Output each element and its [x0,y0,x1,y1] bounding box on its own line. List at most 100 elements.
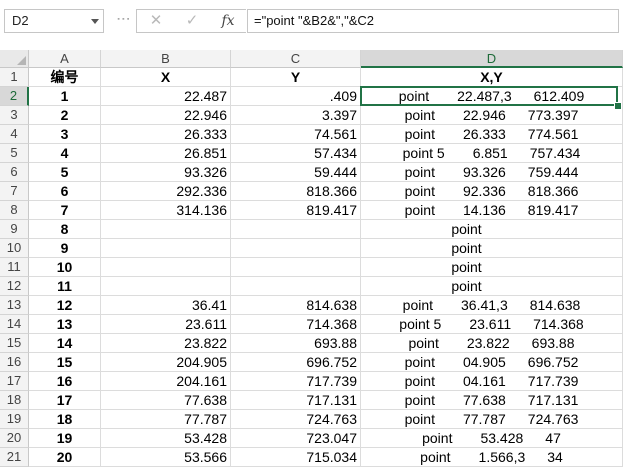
cell-c[interactable]: 717.739 [231,372,361,391]
row-header[interactable]: 16 [0,353,29,372]
cell-c[interactable]: 723.047 [231,429,361,448]
row-header[interactable]: 11 [0,258,29,277]
cell-a[interactable]: 16 [29,372,101,391]
cell-b[interactable]: 26.851 [101,144,231,163]
cell-a[interactable]: 3 [29,125,101,144]
select-all-button[interactable] [0,50,29,68]
cell-d[interactable]: point 36.41,3 814.638 [361,296,623,315]
cell-b[interactable]: 23.822 [101,334,231,353]
cell-a[interactable]: 9 [29,239,101,258]
cell-d[interactable]: point [361,277,623,296]
fill-handle[interactable] [614,102,622,110]
col-header-d[interactable]: D [361,50,623,68]
row-header[interactable]: 10 [0,239,29,258]
col-header-a[interactable]: A [29,50,101,68]
cell-d[interactable]: point 04.161 717.739 [361,372,623,391]
enter-icon[interactable]: ✓ [181,11,203,31]
cell-b[interactable]: 53.428 [101,429,231,448]
row-header[interactable]: 4 [0,125,29,144]
cell-c[interactable] [231,258,361,277]
cell-d[interactable]: point 23.822 693.88 [361,334,623,353]
row-header[interactable]: 20 [0,429,29,448]
row-header[interactable]: 14 [0,315,29,334]
row-header[interactable]: 21 [0,448,29,467]
cell-d[interactable]: point 22.946 773.397 [361,106,623,125]
cell-c[interactable]: 814.638 [231,296,361,315]
cell-a[interactable]: 12 [29,296,101,315]
cell-d[interactable]: point 1.566,3 34 [361,448,623,467]
cell-a[interactable]: 14 [29,334,101,353]
cell-a[interactable]: 15 [29,353,101,372]
cell-b[interactable]: 26.333 [101,125,231,144]
cell-d[interactable]: point 77.787 724.763 [361,410,623,429]
col-header-c[interactable]: C [231,50,361,68]
row-header[interactable]: 1 [0,68,29,87]
cell-b[interactable] [101,239,231,258]
row-header[interactable]: 8 [0,201,29,220]
insert-function-icon[interactable]: fx [217,11,239,31]
cell-a[interactable]: 18 [29,410,101,429]
row-header[interactable]: 5 [0,144,29,163]
cell-c[interactable]: 714.368 [231,315,361,334]
cell-c[interactable]: 715.034 [231,448,361,467]
cell-a[interactable]: 11 [29,277,101,296]
row-header[interactable]: 18 [0,391,29,410]
cell-a[interactable]: 5 [29,163,101,182]
cell-b[interactable]: 204.161 [101,372,231,391]
cell-c[interactable]: 696.752 [231,353,361,372]
cell-d[interactable]: point 5 23.611 714.368 [361,315,623,334]
cell-d[interactable]: point [361,220,623,239]
more-options-icon[interactable]: ⋮ [116,12,132,25]
cell-d[interactable]: point 5 6.851 757.434 [361,144,623,163]
row-header[interactable]: 12 [0,277,29,296]
cell-a[interactable]: 8 [29,220,101,239]
cell-b[interactable]: 22.487 [101,87,231,106]
cell-d[interactable]: point [361,258,623,277]
cell-b[interactable]: 23.611 [101,315,231,334]
cell-a[interactable]: 7 [29,201,101,220]
header-cell-d[interactable]: X,Y [361,68,623,87]
cell-b[interactable] [101,258,231,277]
cell-c[interactable]: 3.397 [231,106,361,125]
chevron-down-icon[interactable] [91,19,99,24]
row-header[interactable]: 9 [0,220,29,239]
cell-a[interactable]: 13 [29,315,101,334]
cell-d[interactable]: point 93.326 759.444 [361,163,623,182]
cell-a[interactable]: 1 [29,87,101,106]
cell-a[interactable]: 19 [29,429,101,448]
cell-c[interactable]: 818.366 [231,182,361,201]
cell-d[interactable]: point 14.136 819.417 [361,201,623,220]
cell-c[interactable]: 57.434 [231,144,361,163]
row-header[interactable]: 2 [0,87,29,106]
row-header[interactable]: 17 [0,372,29,391]
cell-c[interactable]: 693.88 [231,334,361,353]
cell-c[interactable] [231,220,361,239]
header-cell-c[interactable]: Y [231,68,361,87]
cell-c[interactable]: 59.444 [231,163,361,182]
row-header[interactable]: 3 [0,106,29,125]
cell-b[interactable]: 77.638 [101,391,231,410]
cell-c[interactable] [231,239,361,258]
formula-input[interactable]: ="point "&B2&","&C2 [247,9,619,33]
cell-a[interactable]: 10 [29,258,101,277]
cell-d[interactable]: point [361,239,623,258]
header-cell-b[interactable]: X [101,68,231,87]
cell-c[interactable] [231,277,361,296]
cell-d[interactable]: point 26.333 774.561 [361,125,623,144]
cell-c[interactable]: 819.417 [231,201,361,220]
cell-b[interactable]: 204.905 [101,353,231,372]
cell-c[interactable]: 74.561 [231,125,361,144]
cell-a[interactable]: 4 [29,144,101,163]
cell-b[interactable]: 314.136 [101,201,231,220]
cell-a[interactable]: 2 [29,106,101,125]
row-header[interactable]: 15 [0,334,29,353]
cell-c[interactable]: 717.131 [231,391,361,410]
row-header[interactable]: 6 [0,163,29,182]
row-header[interactable]: 13 [0,296,29,315]
cancel-icon[interactable]: ✕ [145,11,167,31]
header-cell-a[interactable]: 编号 [29,68,101,87]
cell-b[interactable]: 292.336 [101,182,231,201]
cell-b[interactable] [101,277,231,296]
cell-d[interactable]: point 22.487,3 612.409 [361,87,623,106]
cell-b[interactable]: 22.946 [101,106,231,125]
